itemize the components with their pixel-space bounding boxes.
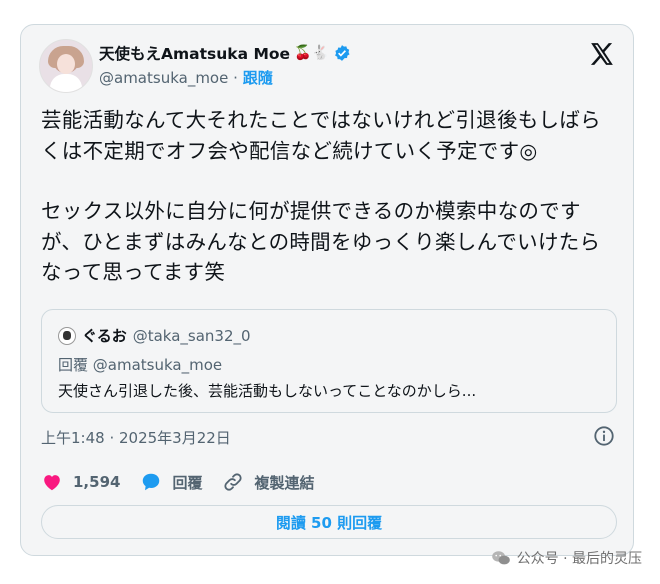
wechat-icon	[491, 551, 510, 565]
author-handle-row: @amatsuka_moe · 跟隨	[99, 67, 273, 88]
heart-icon	[44, 475, 60, 491]
tweet-text: 芸能活動なんて大それたことではないけれど引退後もしばらくは不定期でオフ会や配信な…	[41, 105, 611, 288]
avatar[interactable]	[39, 39, 93, 93]
tweet-paragraph-2: セックス以外に自分に何が提供できるのか模索中なのですが、ひとまずはみんなとの時間…	[41, 199, 601, 284]
watermark: 公众号 · 最后的灵压	[491, 548, 642, 568]
separator: ·	[233, 69, 238, 87]
avatar-face	[57, 54, 75, 74]
reply-label: 回覆	[172, 473, 203, 492]
reply-button[interactable]: 回覆	[140, 471, 202, 493]
tweet-paragraph-1: 芸能活動なんて大それたことではないけれど引退後もしばらくは不定期でオフ会や配信な…	[41, 108, 601, 163]
author-handle[interactable]: @amatsuka_moe	[99, 69, 228, 87]
quoted-tweet[interactable]: ぐるお @taka_san32_0 回覆 @amatsuka_moe 天使さん引…	[41, 309, 617, 413]
like-button[interactable]: 1,594	[41, 471, 120, 493]
like-count: 1,594	[73, 473, 121, 491]
copy-link-button[interactable]: 複製連結	[222, 471, 314, 493]
name-emojis: 🍒🐇	[294, 45, 329, 61]
action-bar: 1,594 回覆 複製連結	[41, 471, 334, 493]
timestamp[interactable]: 上午1:48 · 2025年3月22日	[41, 427, 231, 448]
author-name[interactable]: 天使もえAmatsuka Moe	[99, 42, 290, 64]
avatar-body	[50, 74, 82, 92]
info-icon[interactable]	[593, 425, 615, 447]
quoted-reply-to: 回覆 @amatsuka_moe	[58, 356, 223, 374]
copy-link-label: 複製連結	[254, 473, 315, 492]
author-name-row[interactable]: 天使もえAmatsuka Moe 🍒🐇	[99, 42, 351, 64]
verified-badge-icon	[335, 45, 350, 61]
watermark-text: 公众号 · 最后的灵压	[516, 551, 642, 567]
reply-bubble-icon	[143, 473, 160, 491]
quoted-author-row: ぐるお @taka_san32_0	[58, 325, 251, 346]
quoted-avatar	[58, 326, 76, 345]
follow-button[interactable]: 跟隨	[243, 69, 273, 87]
x-logo-icon[interactable]	[589, 41, 615, 67]
read-replies-button[interactable]: 閱讀 50 則回覆	[41, 505, 617, 539]
quoted-author-name: ぐるお	[82, 327, 127, 345]
quoted-author-handle: @taka_san32_0	[132, 326, 251, 345]
tweet-card: 天使もえAmatsuka Moe 🍒🐇 @amatsuka_moe · 跟隨 芸…	[20, 24, 634, 556]
link-icon	[224, 473, 243, 491]
quoted-text: 天使さん引退した後、芸能活動もしないってことなのかしら...	[58, 382, 477, 400]
